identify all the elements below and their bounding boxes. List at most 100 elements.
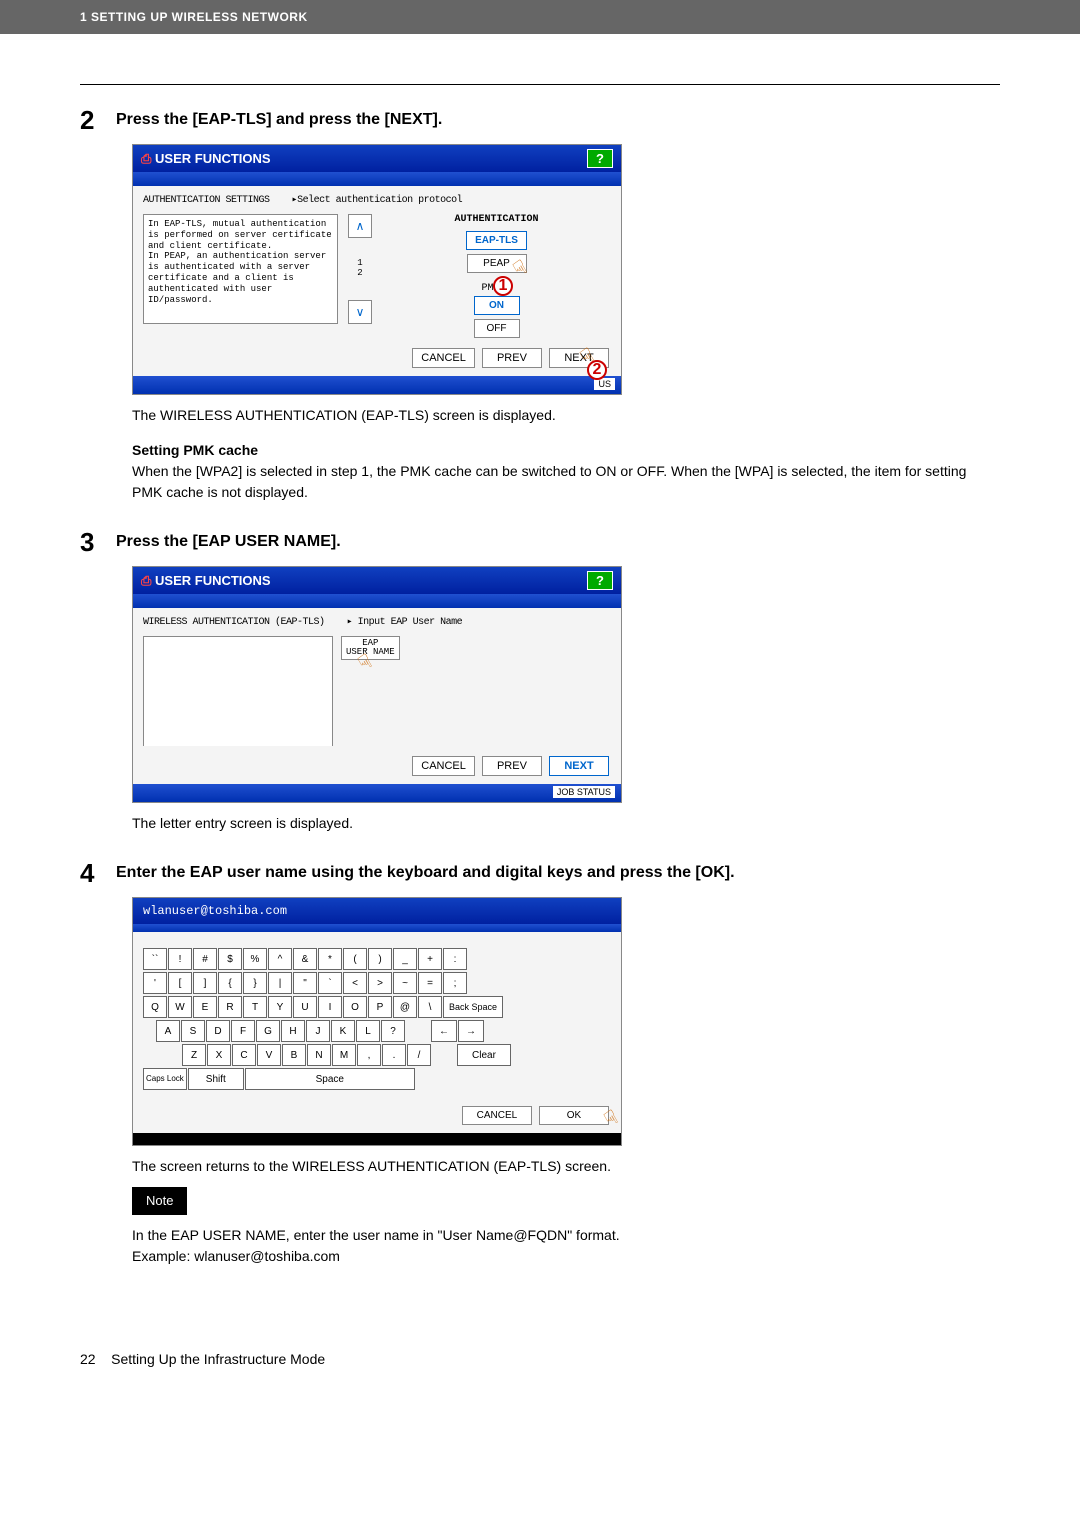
key[interactable]: G xyxy=(256,1020,280,1042)
key[interactable]: I xyxy=(318,996,342,1018)
key[interactable]: ← xyxy=(431,1020,457,1042)
key[interactable]: > xyxy=(368,972,392,994)
key[interactable]: , xyxy=(357,1044,381,1066)
key[interactable]: = xyxy=(418,972,442,994)
key[interactable]: * xyxy=(318,948,342,970)
scroll-column: ∧ 1 2 ∨ xyxy=(348,214,372,324)
screenshot-keyboard: wlanuser@toshiba.com ``!#$%^&*()_+: '[]{… xyxy=(132,897,622,1146)
key[interactable]: L xyxy=(356,1020,380,1042)
step-4-heading: 4 Enter the EAP user name using the keyb… xyxy=(80,858,1000,889)
key[interactable]: % xyxy=(243,948,267,970)
printer-icon: ⎙ xyxy=(141,573,151,588)
title-text: USER FUNCTIONS xyxy=(155,573,271,588)
chapter-header: 1 SETTING UP WIRELESS NETWORK xyxy=(0,0,1080,34)
key[interactable]: ! xyxy=(168,948,192,970)
key[interactable]: ? xyxy=(381,1020,405,1042)
key[interactable]: $ xyxy=(218,948,242,970)
cancel-button[interactable]: CANCEL xyxy=(462,1106,532,1125)
pmk-off-button[interactable]: OFF xyxy=(474,319,520,338)
key-capslock[interactable]: Caps Lock xyxy=(143,1068,187,1090)
key[interactable]: R xyxy=(218,996,242,1018)
key[interactable]: J xyxy=(306,1020,330,1042)
username-field-button[interactable]: EAP USER NAME ☟ xyxy=(341,636,400,746)
key[interactable]: A xyxy=(156,1020,180,1042)
key[interactable]: B xyxy=(282,1044,306,1066)
key[interactable]: ~ xyxy=(393,972,417,994)
key[interactable]: + xyxy=(418,948,442,970)
help-button[interactable]: ? xyxy=(587,571,613,590)
page-number: 22 xyxy=(80,1351,96,1367)
next-button[interactable]: NEXT xyxy=(549,756,609,776)
dialog-body: AUTHENTICATION SETTINGS ▸Select authenti… xyxy=(133,186,621,340)
key[interactable]: O xyxy=(343,996,367,1018)
key[interactable]: E xyxy=(193,996,217,1018)
key[interactable]: D xyxy=(206,1020,230,1042)
dialog-subtitle: AUTHENTICATION SETTINGS ▸Select authenti… xyxy=(143,194,611,206)
key[interactable]: { xyxy=(218,972,242,994)
key[interactable]: # xyxy=(193,948,217,970)
help-button[interactable]: ? xyxy=(587,149,613,168)
key[interactable]: V xyxy=(257,1044,281,1066)
key[interactable]: → xyxy=(458,1020,484,1042)
key-shift[interactable]: Shift xyxy=(188,1068,244,1090)
scroll-up-button[interactable]: ∧ xyxy=(348,214,372,238)
key[interactable]: K xyxy=(331,1020,355,1042)
key[interactable]: Back Space xyxy=(443,996,503,1018)
decorative-band xyxy=(133,172,621,186)
cancel-button[interactable]: CANCEL xyxy=(412,756,475,776)
key[interactable]: [ xyxy=(168,972,192,994)
key[interactable]: ` xyxy=(318,972,342,994)
key[interactable]: N xyxy=(307,1044,331,1066)
cancel-button[interactable]: CANCEL xyxy=(412,348,475,368)
key[interactable]: ' xyxy=(143,972,167,994)
page-indicator: 1 2 xyxy=(357,259,362,279)
key[interactable]: H xyxy=(281,1020,305,1042)
key[interactable]: | xyxy=(268,972,292,994)
key[interactable]: _ xyxy=(393,948,417,970)
key[interactable]: Y xyxy=(268,996,292,1018)
key[interactable]: ) xyxy=(368,948,392,970)
key[interactable]: U xyxy=(293,996,317,1018)
key[interactable]: " xyxy=(293,972,317,994)
key[interactable]: / xyxy=(407,1044,431,1066)
key[interactable]: . xyxy=(382,1044,406,1066)
pmk-on-button[interactable]: ON xyxy=(474,296,520,315)
key[interactable]: < xyxy=(343,972,367,994)
prev-button[interactable]: PREV xyxy=(482,756,542,776)
scroll-down-button[interactable]: ∨ xyxy=(348,300,372,324)
job-status-button[interactable]: JOB STATUS xyxy=(553,786,615,798)
description-box: In EAP-TLS, mutual authentication is per… xyxy=(143,214,338,324)
key[interactable]: ( xyxy=(343,948,367,970)
key[interactable]: C xyxy=(232,1044,256,1066)
step-2-heading: 2 Press the [EAP-TLS] and press the [NEX… xyxy=(80,105,1000,136)
key[interactable]: ] xyxy=(193,972,217,994)
ok-button[interactable]: OK xyxy=(539,1106,609,1125)
key[interactable]: @ xyxy=(393,996,417,1018)
key[interactable]: `` xyxy=(143,948,167,970)
pmk-heading: Setting PMK cache xyxy=(132,440,1000,461)
key[interactable]: P xyxy=(368,996,392,1018)
key[interactable]: \ xyxy=(418,996,442,1018)
dialog-footer: CANCEL PREV NEXT xyxy=(133,748,621,784)
key[interactable]: } xyxy=(243,972,267,994)
key[interactable]: ^ xyxy=(268,948,292,970)
key[interactable]: S xyxy=(181,1020,205,1042)
eap-tls-button[interactable]: EAP-TLS xyxy=(466,231,527,250)
key[interactable]: Clear xyxy=(457,1044,511,1066)
note-line-2: Example: wlanuser@toshiba.com xyxy=(132,1246,1000,1267)
key-space[interactable]: Space xyxy=(245,1068,415,1090)
key[interactable]: Z xyxy=(182,1044,206,1066)
key[interactable]: F xyxy=(231,1020,255,1042)
step-3-result: The letter entry screen is displayed. xyxy=(132,813,1000,834)
key[interactable]: W xyxy=(168,996,192,1018)
key[interactable]: ; xyxy=(443,972,467,994)
note-line-1: In the EAP USER NAME, enter the user nam… xyxy=(132,1225,1000,1246)
prev-button[interactable]: PREV xyxy=(482,348,542,368)
key[interactable]: & xyxy=(293,948,317,970)
key[interactable]: : xyxy=(443,948,467,970)
key[interactable]: T xyxy=(243,996,267,1018)
key[interactable]: M xyxy=(332,1044,356,1066)
step-number: 3 xyxy=(80,527,116,558)
key[interactable]: X xyxy=(207,1044,231,1066)
key[interactable]: Q xyxy=(143,996,167,1018)
